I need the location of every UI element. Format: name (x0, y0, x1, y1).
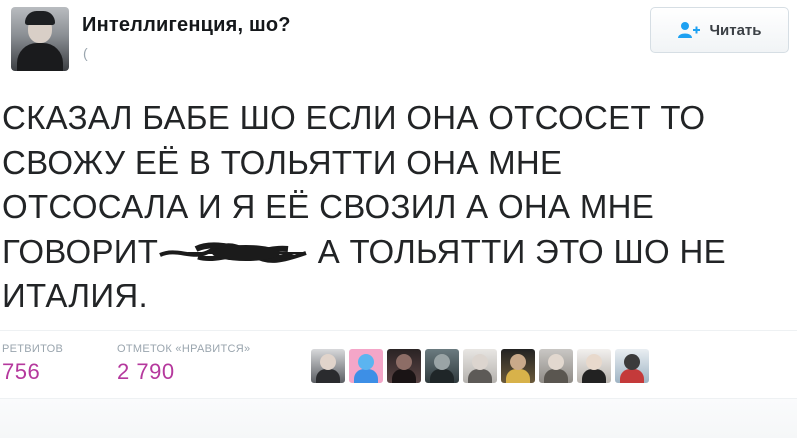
liker-avatar[interactable] (539, 349, 573, 383)
liker-avatar[interactable] (577, 349, 611, 383)
add-user-icon (677, 21, 701, 39)
stats-divider-top (0, 330, 797, 331)
retweets-count: 756 (2, 359, 41, 384)
liker-avatar[interactable] (311, 349, 345, 383)
likers-avatars (311, 349, 649, 383)
retweets-label: РЕТВИТОВ (2, 343, 64, 355)
tweet-line-2: СВОЖУ ЕЁ В ТОЛЬЯТТИ ОНА МНЕ (2, 143, 563, 181)
avatar-cap (25, 11, 55, 25)
liker-avatar[interactable] (501, 349, 535, 383)
likes-stat[interactable]: ОТМЕТОК «НРАВИТСЯ» 2 790 (117, 343, 250, 385)
liker-avatar[interactable] (615, 349, 649, 383)
avatar-body (17, 43, 63, 71)
liker-avatar[interactable] (463, 349, 497, 383)
tweet-line-5: ИТАЛИЯ. (2, 277, 148, 314)
tweet-line-4-end: А ТОЛЬЯТТИ ЭТО ШО НЕ (308, 232, 726, 270)
liker-avatar[interactable] (387, 349, 421, 383)
tweet-line-4-start: ГОВОРИТ (2, 232, 159, 270)
tweet-text: СКАЗАЛ БАБЕ ШО ЕСЛИ ОНА ОТСОСЕТ ТО СВОЖУ… (2, 96, 792, 319)
tweet-card: Интеллигенция, шо? ( Читать СКАЗАЛ БАБЕ … (0, 0, 797, 438)
tweet-line-3: ОТСОСАЛА И Я ЕЁ СВОЗИЛ А ОНА МНЕ (2, 188, 655, 225)
author-name[interactable]: Интеллигенция, шо? (82, 14, 291, 37)
tweet-footer (0, 399, 797, 438)
liker-avatar[interactable] (425, 349, 459, 383)
tweet-line-1: СКАЗАЛ БАБЕ ШО ЕСЛИ ОНА ОТСОСЕТ ТО (2, 99, 706, 136)
tweet-line-4: ГОВОРИТ А ТОЛЬЯТТИ ЭТО ШО НЕ (2, 230, 792, 275)
author-avatar[interactable] (11, 7, 69, 71)
retweets-stat[interactable]: РЕТВИТОВ 756 (2, 343, 63, 385)
likes-label: ОТМЕТОК «НРАВИТСЯ» (117, 343, 251, 355)
author-handle[interactable]: ( (83, 45, 88, 61)
follow-label: Читать (709, 21, 762, 39)
follow-button[interactable]: Читать (650, 7, 789, 53)
liker-avatar[interactable] (349, 349, 383, 383)
redaction-scribble (158, 239, 308, 267)
likes-count: 2 790 (117, 359, 175, 384)
